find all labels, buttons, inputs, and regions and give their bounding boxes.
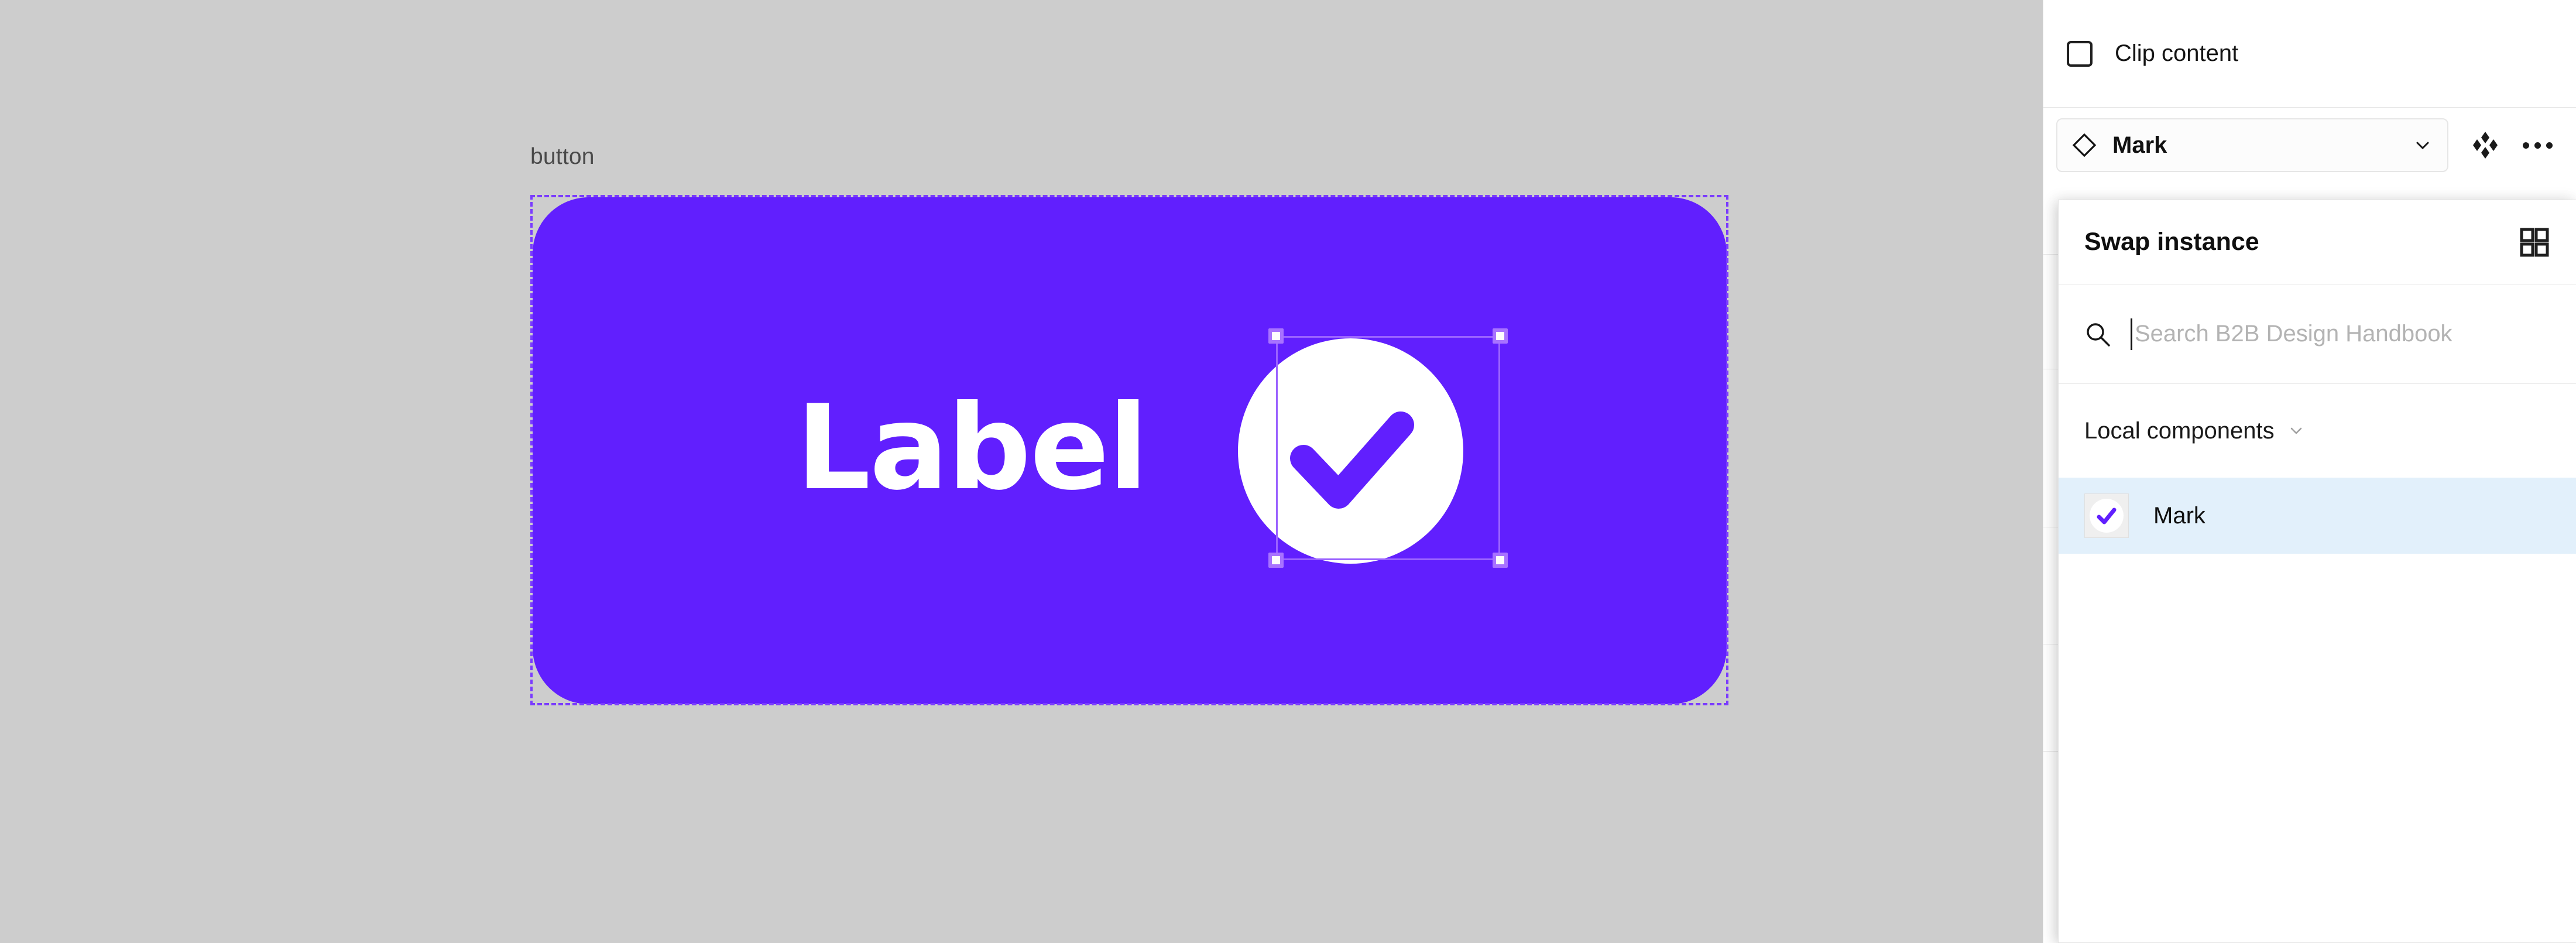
search-input[interactable]: Search B2B Design Handbook [2135,321,2452,347]
swap-popover-title: Swap instance [2084,228,2259,256]
list-item[interactable]: Mark [2059,478,2576,554]
mark-instance[interactable] [1237,338,1463,564]
text-caret [2131,318,2132,350]
design-canvas[interactable]: button Label [0,0,2043,943]
section-header-local-components[interactable]: Local components [2059,384,2576,478]
grid-view-icon[interactable] [2520,228,2549,257]
button-text-label[interactable]: Label [796,390,1148,507]
instance-swap-select[interactable]: Mark [2056,118,2448,172]
dot [2534,142,2541,149]
section-label: Local components [2084,417,2275,444]
instance-properties-row: Mark [2043,107,2576,183]
component-thumbnail [2084,493,2129,538]
clip-content-checkbox[interactable] [2067,40,2093,67]
check-icon [1289,411,1414,509]
dot [2522,142,2529,149]
check-circle-background [2090,499,2124,533]
clip-content-label: Clip content [2115,40,2239,66]
chevron-down-icon[interactable] [2287,422,2305,440]
swap-instance-icon[interactable] [2471,131,2500,160]
swap-popover-header: Swap instance [2059,200,2576,284]
dot [2546,142,2553,149]
diamond-icon [2072,133,2097,157]
swap-search-row[interactable]: Search B2B Design Handbook [2059,284,2576,384]
chevron-down-icon [2416,142,2429,149]
clip-content-row[interactable]: Clip content [2043,0,2576,107]
figma-editor-window: button Label Clip content Mark Swap inst… [0,0,2576,943]
more-horizontal-icon[interactable] [2522,130,2553,160]
check-icon [2097,507,2117,524]
search-icon [2087,323,2110,347]
button-component[interactable]: Label [533,197,1727,704]
component-name-label: Mark [2153,502,2205,529]
frame-name-label[interactable]: button [530,145,595,168]
instance-name-label: Mark [2112,132,2167,158]
swap-instance-popover: Swap instance Search B2B Design Handbook… [2058,200,2576,943]
